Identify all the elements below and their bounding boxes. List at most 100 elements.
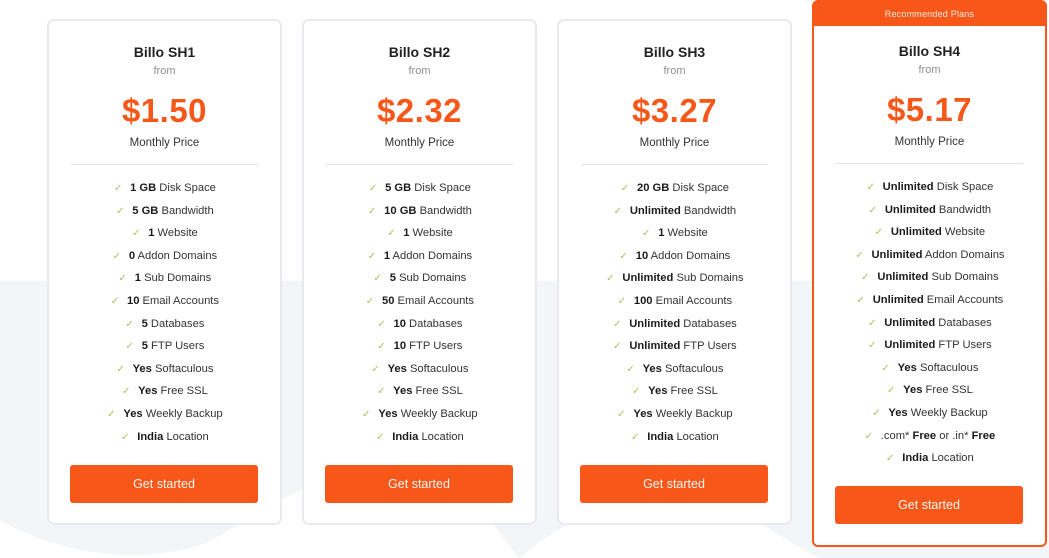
plan-from-label: from	[663, 65, 686, 77]
feature-label: FTP Users	[147, 340, 205, 353]
check-icon: ✓	[377, 341, 386, 353]
feature-item: ✓ Yes Free SSL	[49, 380, 280, 403]
feature-value: 100	[633, 294, 653, 307]
plan-price: $2.32	[376, 92, 463, 129]
feature-item: ✓ India Location	[304, 426, 535, 449]
plan-price: $1.50	[121, 92, 208, 129]
feature-item: ✓ Unlimited FTP Users	[559, 335, 790, 358]
check-icon: ✓	[856, 294, 865, 306]
feature-label: Weekly Backup	[652, 407, 733, 420]
feature-value: 5 GB	[385, 182, 412, 194]
check-icon: ✓	[613, 205, 623, 217]
feature-label: Addon Domains	[390, 249, 473, 262]
feature-value: Unlimited	[884, 316, 936, 329]
plan-card-sh2: Billo SH2 from $2.32 Monthly Price ✓ 5 GB…	[302, 19, 537, 525]
feature-item: ✓ 5 GB Bandwidth	[49, 200, 280, 223]
feature-label: Disk Space	[669, 182, 730, 194]
feature-item: ✓ Yes Softaculous	[49, 358, 280, 381]
feature-item: ✓ Yes Free SSL	[814, 379, 1045, 402]
feature-value: Yes	[888, 406, 908, 419]
feature-label: Databases	[935, 316, 992, 329]
feature-item: ✓ 50 Email Accounts	[304, 290, 535, 313]
feature-value: Unlimited	[884, 339, 936, 352]
feature-item: ✓ Yes Free SSL	[304, 380, 535, 403]
feature-list: ✓ 20 GB Disk Space ✓ Unlimited Bandwidth ✓ 1 …	[559, 177, 790, 448]
feature-item: ✓ Yes Softaculous	[304, 358, 535, 381]
recommended-badge: Recommended Plans	[814, 2, 1045, 26]
check-icon: ✓	[113, 183, 123, 194]
feature-label: Bandwidth	[680, 204, 737, 217]
check-icon: ✓	[112, 250, 122, 262]
check-icon: ✓	[367, 205, 377, 217]
check-icon: ✓	[617, 295, 627, 307]
feature-label: Databases	[147, 317, 205, 330]
get-started-button[interactable]: Get started	[325, 465, 513, 503]
plan-card-sh4: Recommended Plans Billo SH4 from $5.17 M…	[812, 0, 1047, 547]
plan-from-label: from	[408, 65, 431, 77]
feature-item: ✓ Unlimited FTP Users	[814, 334, 1045, 357]
feature-item: ✓ 5 GB Disk Space	[304, 177, 535, 200]
get-started-button[interactable]: Get started	[70, 465, 258, 503]
check-icon: ✓	[868, 317, 877, 329]
plan-period: Monthly Price	[639, 137, 710, 149]
feature-value: 20 GB	[636, 182, 670, 194]
check-icon: ✓	[881, 362, 890, 374]
check-icon: ✓	[626, 363, 635, 375]
feature-value: Yes	[132, 362, 152, 375]
check-icon: ✓	[387, 228, 396, 240]
feature-label: Website	[664, 227, 708, 240]
feature-item: ✓ 100 Email Accounts	[559, 290, 790, 313]
check-icon: ✓	[631, 386, 641, 398]
check-icon: ✓	[125, 318, 134, 330]
feature-label: Disk Space	[933, 181, 994, 193]
feature-list: ✓ Unlimited Disk Space ✓ Unlimited Bandwidt…	[814, 176, 1045, 470]
check-icon: ✓	[620, 183, 630, 194]
feature-value: Unlimited	[629, 204, 681, 217]
feature-label: Databases	[405, 317, 463, 330]
feature-item: ✓ Yes Weekly Backup	[49, 403, 280, 426]
feature-item: ✓ 0 Addon Domains	[49, 245, 280, 268]
check-icon: ✓	[362, 408, 371, 420]
plan-period: Monthly Price	[129, 137, 200, 149]
feature-label: Weekly Backup	[397, 407, 478, 420]
feature-label: Free SSL	[667, 385, 718, 398]
feature-value: India	[647, 430, 674, 443]
feature-value: Yes	[393, 385, 413, 398]
check-icon: ✓	[861, 272, 870, 284]
check-icon: ✓	[619, 250, 628, 262]
get-started-button[interactable]: Get started	[580, 465, 768, 503]
check-icon: ✓	[642, 228, 651, 240]
feature-label: Weekly Backup	[142, 407, 223, 420]
feature-value: Yes	[138, 385, 158, 398]
check-icon: ✓	[864, 430, 873, 442]
feature-value: Yes	[387, 362, 407, 375]
feature-label: Free SSL	[922, 384, 973, 397]
check-icon: ✓	[868, 340, 877, 352]
check-icon: ✓	[376, 386, 386, 398]
feature-label: Disk Space	[411, 182, 471, 194]
feature-value: 5 GB	[132, 204, 159, 217]
feature-label: Softaculous	[661, 362, 724, 375]
feature-list: ✓ 5 GB Disk Space ✓ 10 GB Bandwidth ✓ 1 Websi…	[304, 177, 535, 448]
feature-value: Unlimited	[629, 317, 681, 330]
get-started-button[interactable]: Get started	[835, 486, 1023, 524]
feature-value: Yes	[903, 384, 923, 397]
check-icon: ✓	[613, 318, 622, 330]
check-icon: ✓	[606, 273, 615, 285]
feature-item: ✓ 5 FTP Users	[49, 335, 280, 358]
feature-item: ✓ Yes Softaculous	[814, 357, 1045, 380]
feature-value: Unlimited	[882, 181, 934, 193]
feature-value: 10	[393, 317, 406, 330]
feature-value: Unlimited	[622, 272, 674, 285]
divider	[326, 164, 513, 165]
check-icon: ✓	[125, 341, 134, 353]
divider	[581, 164, 768, 165]
feature-value: Unlimited	[890, 226, 942, 239]
feature-label: FTP Users	[406, 340, 463, 353]
feature-label: Location	[673, 430, 719, 443]
check-icon: ✓	[118, 273, 127, 285]
feature-label: Sub Domains	[395, 272, 467, 285]
feature-value: India	[392, 430, 419, 443]
plan-from-label: from	[153, 65, 176, 77]
feature-value: 10 GB	[384, 204, 417, 217]
